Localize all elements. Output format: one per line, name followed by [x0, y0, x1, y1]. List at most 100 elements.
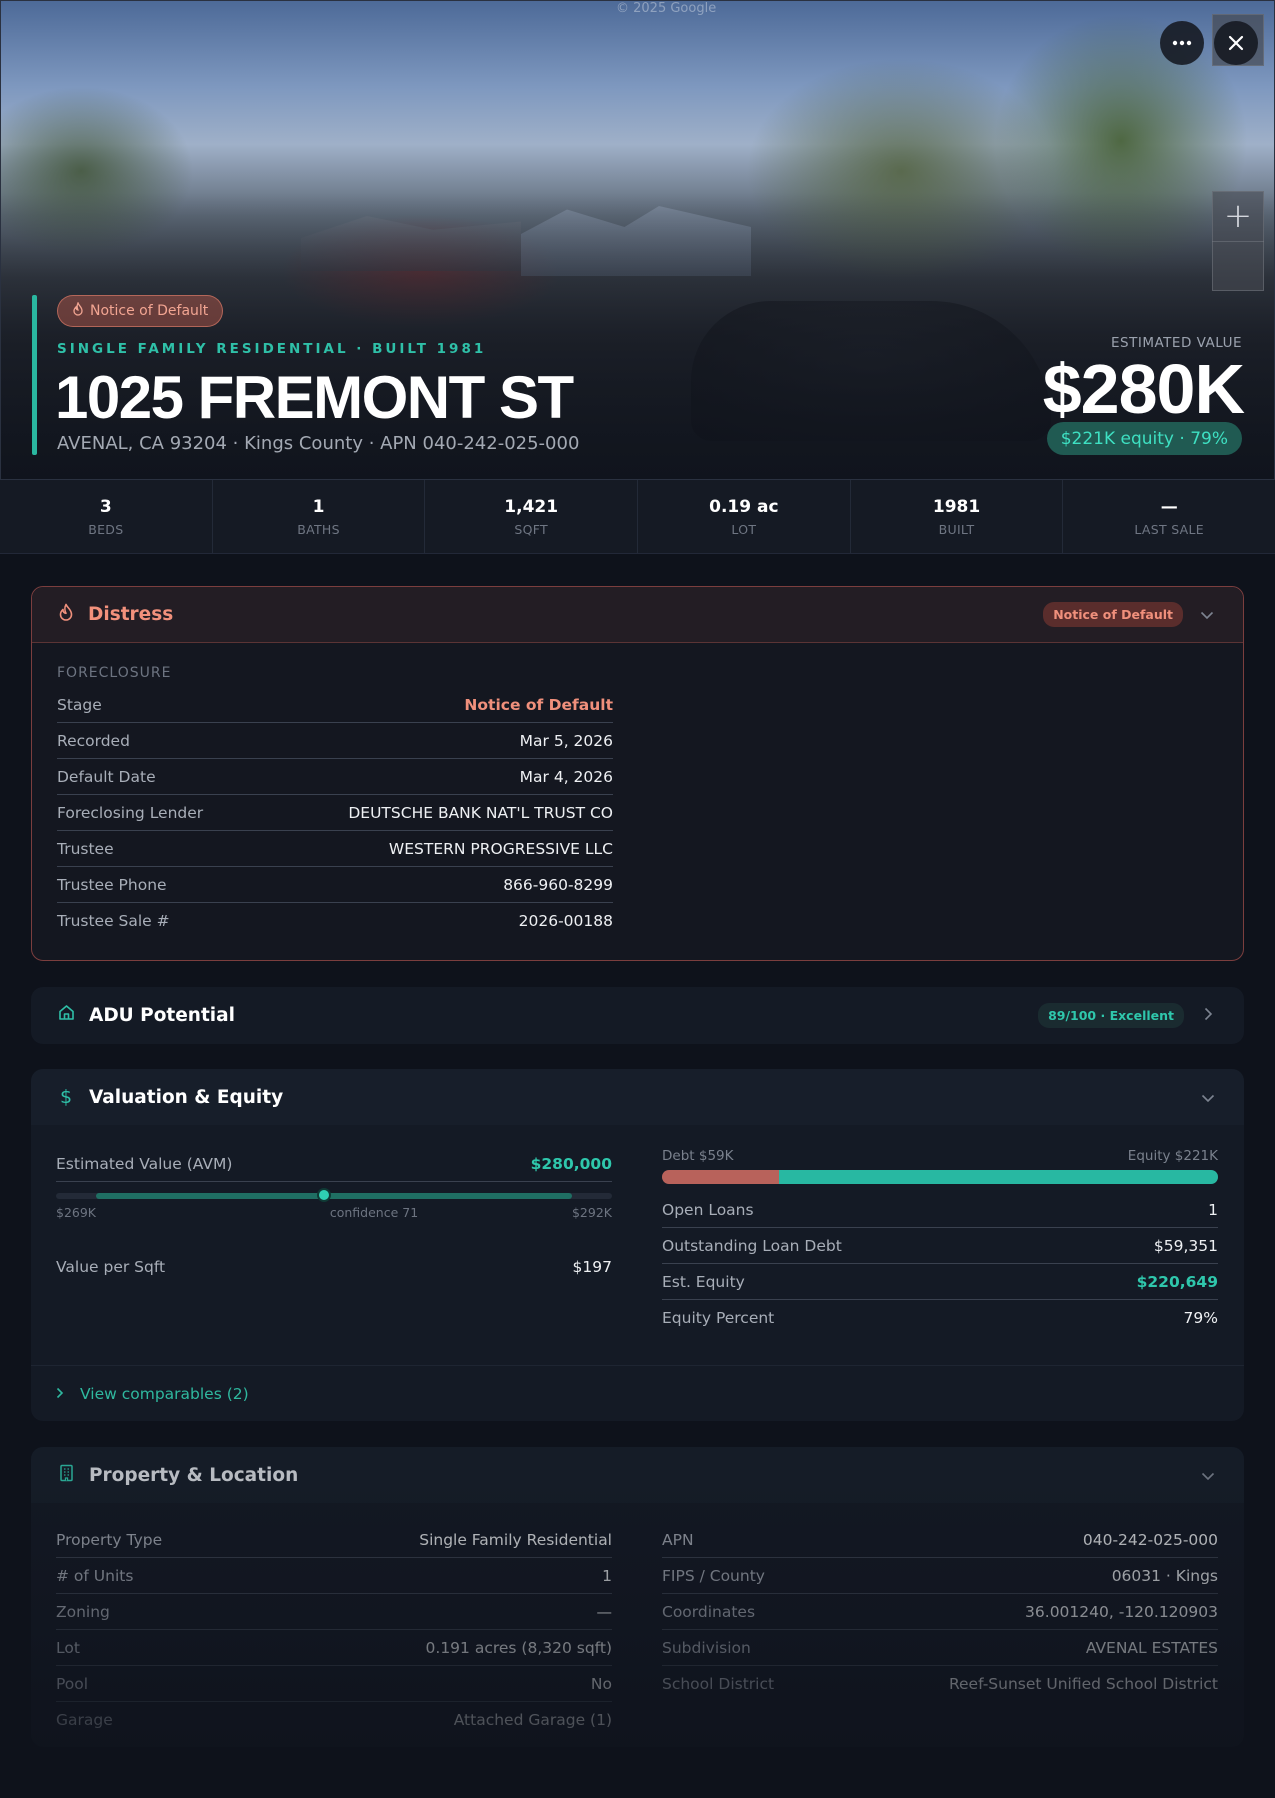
row-label: Outstanding Loan Debt	[662, 1236, 842, 1255]
distress-row-sale-number: Trustee Sale # 2026-00188	[57, 903, 613, 939]
foreclosure-section-title: FORECLOSURE	[57, 665, 172, 681]
value-per-sqft-row: Value per Sqft $197	[56, 1249, 612, 1285]
property-subtype: SINGLE FAMILY RESIDENTIAL · BUILT 1981	[57, 341, 487, 357]
row-value: WESTERN PROGRESSIVE LLC	[388, 839, 613, 858]
row-label: Stage	[57, 695, 102, 714]
row-label: Garage	[56, 1711, 113, 1729]
zoom-out-button[interactable]	[1212, 241, 1264, 291]
valuation-title: Valuation & Equity	[89, 1086, 284, 1108]
stat-sqft: 1,421 SQFT	[425, 480, 639, 553]
stat-last-sale: — LAST SALE	[1063, 480, 1275, 553]
chevron-down-icon[interactable]	[1197, 605, 1217, 624]
row-label: Est. Equity	[662, 1272, 745, 1291]
location-row: Coordinates 36.001240, -120.120903	[662, 1594, 1218, 1630]
row-label: Foreclosing Lender	[57, 803, 204, 822]
property-row: Pool No	[56, 1666, 612, 1702]
avm-estimate-marker	[316, 1188, 331, 1202]
location-row: Subdivision AVENAL ESTATES	[662, 1630, 1218, 1666]
row-value: 79%	[1183, 1309, 1218, 1327]
close-icon	[1228, 35, 1244, 51]
adu-card[interactable]: ADU Potential 89/100 · Excellent	[31, 987, 1244, 1044]
row-value: No	[590, 1674, 612, 1693]
home-icon	[57, 1004, 75, 1026]
chevron-right-icon[interactable]	[1198, 1006, 1218, 1025]
property-row: Garage Attached Garage (1)	[56, 1702, 612, 1738]
dollar-icon: $	[59, 1086, 73, 1108]
row-value: DEUTSCHE BANK NAT'L TRUST CO	[348, 803, 613, 822]
row-label: Trustee Phone	[57, 875, 167, 894]
distress-row-recorded: Recorded Mar 5, 2026	[57, 723, 613, 759]
stat-built: 1981 BUILT	[851, 480, 1064, 553]
equity-segment	[778, 1170, 1218, 1184]
property-header[interactable]: Property & Location	[31, 1447, 1244, 1503]
stat-baths: 1 BATHS	[213, 480, 426, 553]
status-badge: Notice of Default	[57, 295, 224, 327]
row-label: Estimated Value (AVM)	[56, 1154, 233, 1173]
row-value: $59,351	[1153, 1236, 1218, 1255]
row-value: Mar 4, 2026	[519, 767, 613, 786]
avm-range-high: $292K	[571, 1205, 612, 1220]
flame-icon	[58, 603, 74, 626]
open-loans-row: Open Loans 1	[662, 1192, 1218, 1228]
status-badge-label: Notice of Default	[90, 303, 209, 319]
valuation-header[interactable]: $ Valuation & Equity	[31, 1069, 1244, 1125]
distress-card: Distress Notice of Default FORECLOSURE S…	[31, 586, 1244, 961]
stat-value: 1	[312, 496, 325, 517]
row-value: 1	[1208, 1200, 1218, 1219]
est-equity-row: Est. Equity $220,649	[662, 1264, 1218, 1300]
distress-header[interactable]: Distress Notice of Default	[32, 587, 1243, 643]
distress-title: Distress	[88, 604, 174, 625]
property-location-card: Property & Location Property Type Single …	[31, 1447, 1244, 1747]
avm-range-low: $269K	[56, 1205, 97, 1220]
row-value: —	[596, 1602, 613, 1621]
distress-row-stage: Stage Notice of Default	[57, 687, 613, 723]
more-horizontal-icon	[1172, 40, 1192, 46]
avm-range-bar	[56, 1188, 612, 1202]
stat-value: 1,421	[504, 496, 559, 517]
row-label: Property Type	[56, 1530, 163, 1549]
row-value: 1	[602, 1566, 612, 1585]
row-label: FIPS / County	[662, 1566, 765, 1585]
debt-segment	[662, 1170, 779, 1184]
chevron-right-icon	[56, 1385, 64, 1403]
stat-value: 1981	[932, 496, 981, 517]
view-comparables-label: View comparables (2)	[80, 1384, 249, 1403]
property-row: Zoning —	[56, 1594, 612, 1630]
debt-label: Debt $59K	[662, 1148, 734, 1164]
row-label: Trustee Sale #	[57, 912, 170, 930]
avm-confidence-range	[96, 1193, 572, 1199]
location-row: School District Reef-Sunset Unified Schoo…	[662, 1666, 1218, 1702]
stat-label: BUILT	[938, 521, 975, 537]
row-value: 2026-00188	[518, 912, 613, 930]
row-label: # of Units	[56, 1566, 134, 1585]
more-options-button[interactable]	[1160, 21, 1204, 65]
property-row: Lot 0.191 acres (8,320 sqft)	[56, 1630, 612, 1666]
row-label: Subdivision	[662, 1638, 751, 1657]
chevron-down-icon[interactable]	[1198, 1088, 1218, 1107]
property-row: Property Type Single Family Residential	[56, 1522, 612, 1558]
adu-score-badge: 89/100 · Excellent	[1038, 1002, 1184, 1028]
accent-bar	[32, 295, 37, 455]
row-label: Value per Sqft	[56, 1258, 166, 1276]
zoom-in-button[interactable]: +	[1212, 191, 1264, 241]
distress-row-default-date: Default Date Mar 4, 2026	[57, 759, 613, 795]
stat-label: LOT	[731, 521, 757, 537]
row-label: Default Date	[57, 767, 156, 786]
equity-label: Equity $221K	[1127, 1148, 1218, 1164]
chevron-down-icon[interactable]	[1198, 1466, 1218, 1485]
row-value: 06031 · Kings	[1111, 1566, 1218, 1585]
stat-label: LAST SALE	[1134, 521, 1204, 537]
row-label: Open Loans	[662, 1200, 754, 1219]
row-value[interactable]: 866-960-8299	[503, 876, 613, 894]
adu-header[interactable]: ADU Potential 89/100 · Excellent	[31, 987, 1244, 1043]
close-button[interactable]	[1214, 21, 1258, 65]
location-row: FIPS / County 06031 · Kings	[662, 1558, 1218, 1594]
row-value: 040-242-025-000	[1082, 1530, 1218, 1549]
row-label: Trustee	[57, 839, 114, 858]
view-comparables-link[interactable]: View comparables (2)	[31, 1365, 1244, 1421]
row-value: Notice of Default	[464, 695, 613, 714]
location-row: APN 040-242-025-000	[662, 1522, 1218, 1558]
row-value: Attached Garage (1)	[453, 1711, 612, 1729]
stat-value: 0.19 ac	[709, 496, 779, 517]
property-row: # of Units 1	[56, 1558, 612, 1594]
